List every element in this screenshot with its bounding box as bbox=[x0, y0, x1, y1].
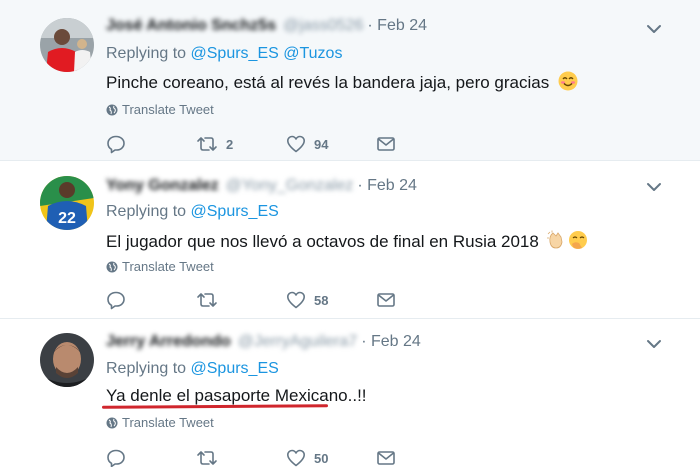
tweet-text-body: Ya denle el pasaporte Mexicano..!! bbox=[106, 386, 367, 405]
tweet-text-body: Pinche coreano, está al revés la bandera… bbox=[106, 73, 550, 92]
chevron-down-icon[interactable] bbox=[646, 336, 662, 352]
mention-link[interactable]: @Spurs_ES bbox=[191, 360, 279, 377]
tweet-card[interactable]: Jerry Arredondo @JerryAguilera7 · Feb 24… bbox=[0, 319, 700, 467]
avatar[interactable]: 22 bbox=[40, 176, 94, 230]
like-count: 50 bbox=[314, 450, 329, 466]
heart-icon bbox=[287, 449, 305, 467]
author-name[interactable]: Yony Gonzalez bbox=[106, 177, 219, 195]
avatar[interactable] bbox=[40, 333, 94, 387]
replying-to-label: Replying to bbox=[106, 360, 187, 377]
retweet-button[interactable] bbox=[196, 448, 226, 467]
translate-tweet[interactable]: Translate Tweet bbox=[106, 415, 214, 430]
translate-label[interactable]: Translate Tweet bbox=[122, 259, 214, 274]
clapping-hands-emoji-icon bbox=[546, 230, 587, 249]
tweet-text: El jugador que nos llevó a octavos de fi… bbox=[106, 230, 588, 252]
direct-message-button[interactable] bbox=[376, 290, 396, 310]
replying-to: Replying to @Spurs_ES @Tuzos bbox=[106, 45, 342, 63]
reply-icon bbox=[107, 291, 125, 310]
translate-label[interactable]: Translate Tweet bbox=[122, 102, 214, 117]
mention-link[interactable]: @Tuzos bbox=[283, 45, 342, 62]
translate-tweet[interactable]: Translate Tweet bbox=[106, 102, 214, 117]
retweet-button[interactable] bbox=[196, 290, 226, 310]
translate-tweet[interactable]: Translate Tweet bbox=[106, 259, 214, 274]
retweet-icon bbox=[197, 293, 217, 307]
author-name[interactable]: Jerry Arredondo bbox=[106, 333, 231, 351]
like-button[interactable]: 58 bbox=[286, 290, 328, 310]
mention-link[interactable]: @Spurs_ES bbox=[191, 203, 279, 220]
direct-message-button[interactable] bbox=[376, 134, 396, 154]
chevron-down-icon[interactable] bbox=[646, 21, 662, 37]
tweet-card[interactable]: José Antonio Snchz5s @jass0526 · Feb 24 … bbox=[0, 0, 700, 161]
globe-icon bbox=[106, 261, 118, 272]
retweet-button[interactable]: 2 bbox=[196, 134, 233, 154]
tweet-actions: 2 94 bbox=[106, 134, 406, 154]
globe-icon bbox=[106, 104, 118, 115]
heart-icon bbox=[287, 291, 305, 309]
envelope-icon bbox=[377, 451, 395, 465]
tweet-card[interactable]: 22 Yony Gonzalez @Yony_Gonzalez · Feb 24… bbox=[0, 161, 700, 319]
tweet-actions: 50 bbox=[106, 448, 406, 467]
reply-button[interactable] bbox=[106, 448, 126, 467]
author-handle[interactable]: @Yony_Gonzalez bbox=[226, 177, 354, 195]
reply-button[interactable] bbox=[106, 134, 126, 154]
retweet-icon bbox=[197, 451, 217, 465]
avatar[interactable] bbox=[40, 18, 94, 72]
tweet-text-body: El jugador que nos llevó a octavos de fi… bbox=[106, 232, 539, 251]
tweet-text: Pinche coreano, está al revés la bandera… bbox=[106, 71, 578, 93]
replying-to: Replying to @Spurs_ES bbox=[106, 360, 279, 378]
heart-icon bbox=[287, 135, 305, 153]
author-handle[interactable]: @JerryAguilera7 bbox=[238, 333, 357, 351]
mention-link[interactable]: @Spurs_ES bbox=[191, 45, 279, 62]
timestamp[interactable]: · Feb 24 bbox=[357, 177, 417, 195]
retweet-count: 2 bbox=[226, 136, 234, 152]
author-name[interactable]: José Antonio Snchz5s bbox=[106, 17, 276, 35]
retweet-icon bbox=[197, 137, 217, 151]
like-button[interactable]: 94 bbox=[286, 134, 328, 154]
tweet-header: José Antonio Snchz5s @jass0526 · Feb 24 bbox=[106, 17, 427, 35]
replying-to-label: Replying to bbox=[106, 203, 187, 220]
envelope-icon bbox=[377, 293, 395, 307]
reply-icon bbox=[107, 449, 125, 467]
author-handle[interactable]: @jass0526 bbox=[283, 17, 363, 35]
tweet-text: Ya denle el pasaporte Mexicano..!! bbox=[106, 386, 367, 406]
direct-message-button[interactable] bbox=[376, 448, 396, 467]
reply-button[interactable] bbox=[106, 290, 126, 310]
translate-label[interactable]: Translate Tweet bbox=[122, 415, 214, 430]
chevron-down-icon[interactable] bbox=[646, 179, 662, 195]
timestamp[interactable]: · Feb 24 bbox=[367, 17, 427, 35]
reply-icon bbox=[107, 135, 125, 154]
tweet-header: Jerry Arredondo @JerryAguilera7 · Feb 24 bbox=[106, 333, 421, 351]
timestamp[interactable]: · Feb 24 bbox=[361, 333, 421, 351]
replying-to: Replying to @Spurs_ES bbox=[106, 203, 279, 221]
tweet-header: Yony Gonzalez @Yony_Gonzalez · Feb 24 bbox=[106, 177, 417, 195]
tweet-actions: 58 bbox=[106, 290, 406, 310]
globe-icon bbox=[106, 417, 118, 428]
smiling-face-emoji-icon bbox=[558, 71, 578, 91]
envelope-icon bbox=[377, 137, 395, 151]
like-count: 58 bbox=[314, 292, 329, 308]
like-button[interactable]: 50 bbox=[286, 448, 328, 467]
replying-to-label: Replying to bbox=[106, 45, 187, 62]
jersey-number: 22 bbox=[58, 210, 76, 227]
like-count: 94 bbox=[314, 136, 329, 152]
